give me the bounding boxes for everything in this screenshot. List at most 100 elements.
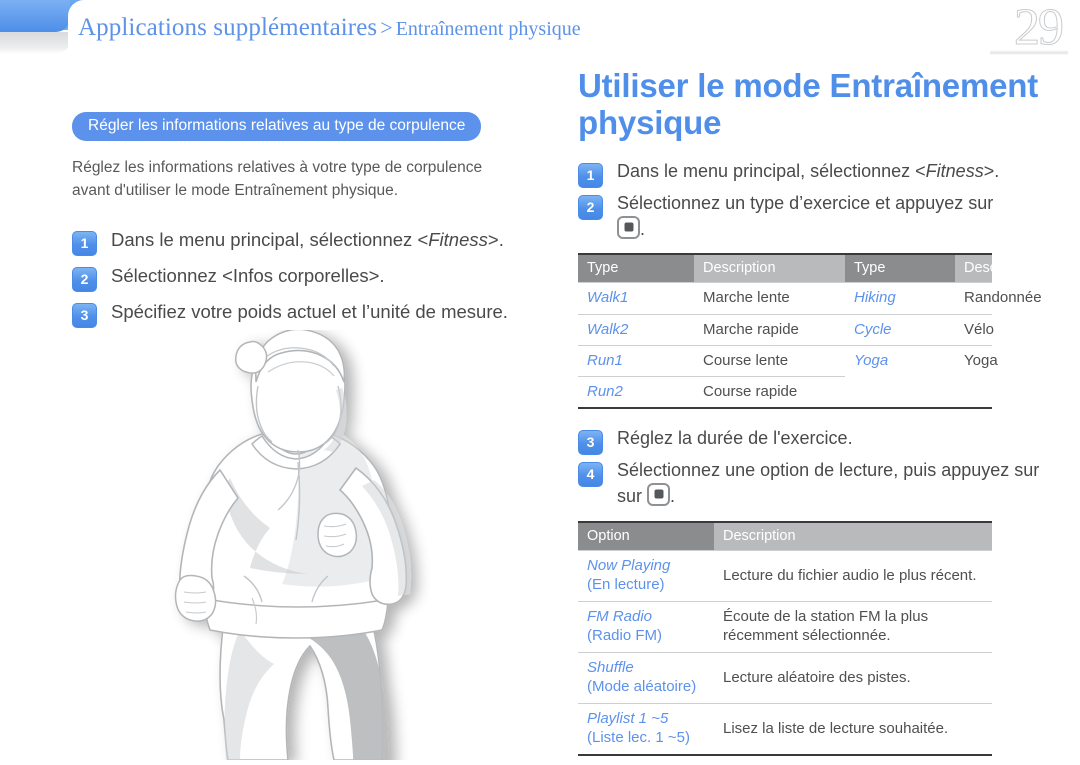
cell-type: Hiking <box>845 282 955 315</box>
cell-option: Shuffle (Mode aléatoire) <box>578 651 714 704</box>
header-rule <box>990 50 1068 55</box>
breadcrumb-sub: Entraînement physique <box>395 18 581 40</box>
step-text: Réglez la durée de l'exercice. <box>617 427 853 451</box>
step-text-pre: Dans le menu principal, sélectionnez < <box>617 160 926 181</box>
step-text-pre: Sélectionnez un type d’exercice et appuy… <box>617 192 994 213</box>
cell-type: Run2 <box>578 375 694 410</box>
step-text-pre: Spécifiez votre poids actuel et l’unité … <box>111 300 508 322</box>
table-row: Shuffle (Mode aléatoire) Lecture aléatoir… <box>578 651 992 704</box>
playback-option-table: Option Description Now Playing (En lectur… <box>578 520 992 756</box>
list-item: 1 Dans le menu principal, sélectionnez <… <box>72 228 542 256</box>
option-label-fr: (Liste lec. 1 ~5) <box>587 729 690 747</box>
cell-description: Lecture aléatoire des pistes. <box>714 651 992 704</box>
step-text-sur: sur <box>617 485 648 506</box>
list-item: 3 Spécifiez votre poids actuel et l’unit… <box>72 300 542 328</box>
table-row: Run2 Course rapide <box>578 375 992 410</box>
page-title: Utiliser le mode Entraînement physique <box>578 67 1038 141</box>
column-header-description-1: Description <box>694 253 845 283</box>
cell-description: Yoga <box>955 344 998 377</box>
select-button-icon <box>647 482 671 506</box>
left-column: Régler les informations relatives au typ… <box>72 112 542 336</box>
step-text-pre: Sélectionnez <Infos corporelles>. <box>111 264 385 286</box>
column-header-option: Option <box>578 520 714 551</box>
cell-description: Lisez la liste de lecture souhaitée. <box>714 702 992 756</box>
step-text-post: . <box>670 485 676 506</box>
step-text: Sélectionnez un type d’exercice et appuy… <box>617 192 993 242</box>
cell-type: Run1 <box>578 344 694 377</box>
header-corner-tab <box>0 0 70 32</box>
exercise-type-table: Type Description Type Description Walk1 … <box>578 253 1042 410</box>
cell-type: Walk2 <box>578 313 694 346</box>
cell-description: Lecture du fichier audio le plus récent. <box>714 549 992 602</box>
right-column: Utiliser le mode Entraînement physique 1… <box>578 67 1048 756</box>
jogging-woman-illustration <box>112 328 512 765</box>
step-text-pre: Dans le menu principal, sélectionnez < <box>111 228 429 250</box>
table-row: FM Radio (Radio FM) Écoute de la station … <box>578 600 992 653</box>
cell-option: Playlist 1 ~5 (Liste lec. 1 ~5) <box>578 702 714 756</box>
table-row: Run1 Course lente Yoga Yoga <box>578 344 998 377</box>
table-header-row: Type Description Type Description <box>578 253 1037 283</box>
page-header: Applications supplémentaires > Entraînemen… <box>0 0 1080 62</box>
option-label-en: Playlist 1 ~5 <box>587 709 669 727</box>
header-tab-shadow <box>0 32 70 54</box>
option-label-fr: (Radio FM) <box>587 627 663 645</box>
right-steps-list-2: 3 Réglez la durée de l'exercice. 4 Sélec… <box>578 427 1048 509</box>
cell-type: Cycle <box>845 313 955 346</box>
cell-description: Marche lente <box>694 282 845 315</box>
step-text: Dans le menu principal, sélectionnez <Fi… <box>111 228 504 252</box>
select-button-icon <box>617 215 640 239</box>
step-text: Spécifiez votre poids actuel et l’unité … <box>111 300 508 324</box>
cell-description: Écoute de la station FM la plus récemmen… <box>714 600 992 653</box>
step-text-post: >. <box>983 160 1000 181</box>
step-number-badge: 2 <box>72 266 97 292</box>
step-number-badge: 1 <box>72 230 97 256</box>
page-number: 29 <box>1014 0 1065 56</box>
step-number-badge: 3 <box>578 430 603 456</box>
step-text: Sélectionnez <Infos corporelles>. <box>111 264 385 288</box>
list-item: 1 Dans le menu principal, sélectionnez <… <box>578 160 1048 188</box>
cell-description: Vélo <box>955 313 994 346</box>
cell-option: FM Radio (Radio FM) <box>578 600 714 653</box>
breadcrumb-main: Applications supplémentaires <box>78 14 378 41</box>
step-text: Dans le menu principal, sélectionnez <Fi… <box>617 160 999 184</box>
step-number-badge: 2 <box>578 194 603 220</box>
step-text-post: >. <box>487 228 504 250</box>
table-row: Walk1 Marche lente Hiking Randonnée <box>578 282 1042 315</box>
cell-option: Now Playing (En lecture) <box>578 549 714 602</box>
column-header-description-2: Description <box>955 253 1037 283</box>
step-text-post: . <box>640 218 646 239</box>
list-item: 3 Réglez la durée de l'exercice. <box>578 427 1048 456</box>
cell-description: Marche rapide <box>694 313 845 346</box>
list-item: 2 Sélectionnez un type d’exercice et app… <box>578 192 1048 242</box>
section-title-pill: Régler les informations relatives au typ… <box>72 112 482 142</box>
table-row: Walk2 Marche rapide Cycle Vélo <box>578 313 994 346</box>
breadcrumb: Applications supplémentaires > Entraînemen… <box>78 14 581 42</box>
breadcrumb-separator: > <box>380 15 393 40</box>
step-text-pre: Réglez la durée de l'exercice. <box>617 428 853 449</box>
cell-type <box>845 376 955 410</box>
table-header-row: Option Description <box>578 520 992 551</box>
step-text-emphasis: Fitness <box>925 160 984 181</box>
list-item: 4 Sélectionnez une option de lecture, pu… <box>578 459 1048 509</box>
option-label-fr: (En lecture) <box>587 576 665 594</box>
column-header-type-1: Type <box>578 253 694 283</box>
list-item: 2 Sélectionnez <Infos corporelles>. <box>72 264 542 292</box>
table-row: Playlist 1 ~5 (Liste lec. 1 ~5) Lisez la … <box>578 702 992 756</box>
cell-description <box>955 376 992 410</box>
right-steps-list: 1 Dans le menu principal, sélectionnez <… <box>578 160 1048 242</box>
column-header-description: Description <box>714 520 992 551</box>
left-steps-list: 1 Dans le menu principal, sélectionnez <… <box>72 228 542 328</box>
cell-type: Yoga <box>845 344 955 377</box>
cell-description: Randonnée <box>955 282 1042 315</box>
step-text: Sélectionnez une option de lecture, puis… <box>617 459 1039 509</box>
column-header-type-2: Type <box>845 253 955 283</box>
cell-description: Course lente <box>694 344 845 377</box>
step-number-badge: 4 <box>578 462 603 488</box>
step-text-emphasis: Fitness <box>428 228 488 250</box>
option-label-en: FM Radio <box>587 607 653 625</box>
step-text-pre: Sélectionnez une option de lecture, puis… <box>617 460 1040 481</box>
cell-type: Walk1 <box>578 282 694 315</box>
step-number-badge: 3 <box>72 302 97 328</box>
intro-paragraph: Réglez les informations relatives à votr… <box>72 159 483 199</box>
step-number-badge: 1 <box>578 162 603 188</box>
